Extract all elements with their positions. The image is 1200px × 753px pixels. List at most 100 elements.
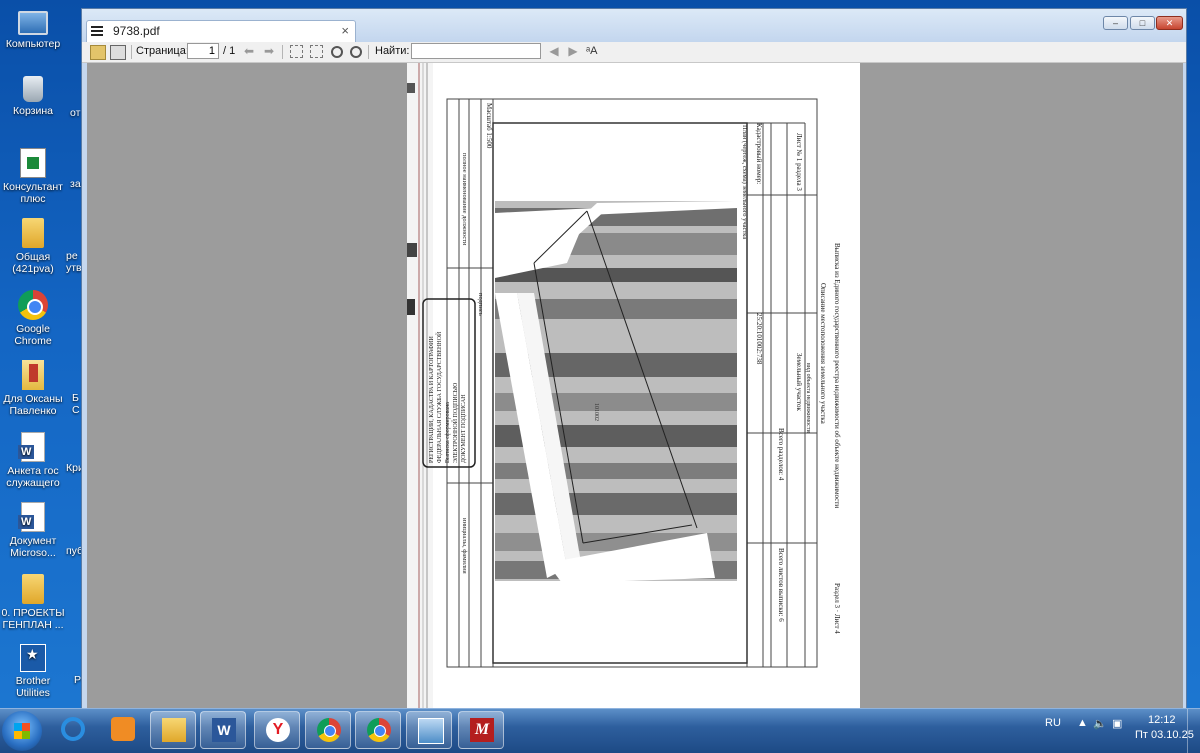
stamp-text: ДОКУМЕНТ ПОДПИСАН bbox=[461, 394, 467, 463]
taskbar-explorer[interactable] bbox=[150, 711, 196, 749]
consultant-plus-desktop-icon[interactable]: Консультант плюс bbox=[0, 148, 66, 205]
close-button[interactable]: ✕ bbox=[1156, 16, 1183, 30]
initials-caption: инициалы, фамилия bbox=[461, 518, 468, 574]
yandex-icon: Y bbox=[266, 718, 290, 742]
title-bar: 9738.pdf × – □ ✕ bbox=[82, 9, 1186, 42]
chrome-desktop-icon[interactable]: Google Chrome bbox=[0, 290, 66, 347]
stamp-text: ФЕДЕРАЛЬНАЯ СЛУЖБА ГОСУДАРСТВЕННОЙ bbox=[435, 331, 443, 463]
computer-desktop-icon[interactable]: Компьютер bbox=[0, 6, 66, 50]
clock-time[interactable]: 12:12 bbox=[1148, 714, 1176, 726]
taskbar-media-player[interactable] bbox=[100, 711, 146, 749]
tab-title: 9738.pdf bbox=[113, 24, 160, 38]
desktop-label-fragment: от bbox=[70, 107, 81, 119]
media-player-icon bbox=[111, 717, 135, 741]
previous-page-icon[interactable]: ⬅ bbox=[242, 45, 256, 58]
taskbar-chrome[interactable] bbox=[305, 711, 351, 749]
fit-page-icon[interactable] bbox=[310, 45, 323, 58]
object-type: Земельный участок bbox=[795, 353, 803, 411]
volume-icon[interactable]: 🔈 bbox=[1093, 717, 1107, 730]
chrome-icon bbox=[18, 290, 48, 320]
recycle-bin-desktop-icon[interactable]: Корзина bbox=[0, 76, 66, 117]
system-tray: RU ▲ 🔈 ▣ 12:12 Пт 03.10.25 bbox=[1020, 709, 1200, 753]
computer-icon bbox=[18, 11, 48, 35]
document-viewport[interactable]: ДОКУМЕНТ ПОДПИСАН ЭЛЕКТРОННОЙ ПОДПИСЬЮ В… bbox=[87, 63, 1183, 709]
parcel-label: 101002 bbox=[593, 403, 599, 421]
toolbar-separator bbox=[368, 45, 369, 59]
toolbar: Страница: / 1 ⬅ ➡ Найти: ◀ ▶ ᵃA bbox=[82, 42, 1186, 63]
document-title: Выписка из Единого государственного реес… bbox=[833, 243, 841, 508]
zoom-out-icon[interactable] bbox=[331, 46, 343, 58]
chrome-icon bbox=[367, 718, 391, 742]
taskbar-image-viewer[interactable] bbox=[406, 711, 452, 749]
desktop-label-fragment: ре утв bbox=[66, 250, 82, 274]
show-hidden-icons-icon[interactable]: ▲ bbox=[1077, 717, 1088, 729]
tab-close-icon[interactable]: × bbox=[341, 23, 349, 38]
stamp-text: ЭЛЕКТРОННОЙ ПОДПИСЬЮ bbox=[451, 383, 459, 463]
consultant-plus-icon bbox=[20, 148, 46, 178]
open-file-icon[interactable] bbox=[90, 45, 106, 60]
find-next-icon[interactable]: ▶ bbox=[566, 45, 580, 58]
page-label: Страница: bbox=[136, 45, 189, 57]
toolbar-separator bbox=[131, 45, 132, 59]
word-icon: W bbox=[212, 718, 236, 742]
sheet-number: Лист № 1 раздела 3 bbox=[795, 133, 803, 191]
stamp-text: РЕГИСТРАЦИИ, КАДАСТРА И КАРТОГРАФИИ bbox=[429, 336, 435, 463]
pdf-page: ДОКУМЕНТ ПОДПИСАН ЭЛЕКТРОННОЙ ПОДПИСЬЮ В… bbox=[407, 63, 860, 709]
folder-icon bbox=[162, 718, 186, 742]
taskbar-chrome-2[interactable] bbox=[355, 711, 401, 749]
taskbar: W Y M RU ▲ 🔈 ▣ 12:12 Пт 03.10.25 bbox=[0, 708, 1200, 753]
pdf-master-icon: M bbox=[470, 718, 494, 742]
find-label: Найти: bbox=[375, 45, 410, 57]
minimize-button[interactable]: – bbox=[1103, 16, 1128, 30]
shared-folder-desktop-icon[interactable]: Общая (421pva) bbox=[0, 218, 66, 275]
object-type-caption: вид объекта недвижимости bbox=[805, 363, 812, 433]
find-input[interactable] bbox=[411, 43, 541, 59]
network-icon[interactable]: ▣ bbox=[1112, 717, 1122, 730]
internet-explorer-icon bbox=[61, 717, 85, 741]
scale-label: Масштаб 1:500 bbox=[485, 103, 493, 149]
folder-icon bbox=[22, 218, 44, 248]
stamp-text: Выписка сформирована bbox=[444, 402, 451, 463]
find-previous-icon[interactable]: ◀ bbox=[547, 45, 561, 58]
total-sheets: Всего листов выписки: 6 bbox=[777, 548, 785, 622]
next-page-icon[interactable]: ➡ bbox=[262, 45, 276, 58]
questionnaire-desktop-icon[interactable]: Анкета гос служащего bbox=[0, 432, 66, 489]
image-viewer-icon bbox=[418, 718, 444, 744]
oksana-folder-desktop-icon[interactable]: Для Оксаны Павленко bbox=[0, 360, 66, 417]
cadastral-number: 25:20:101002:738 bbox=[755, 313, 763, 365]
taskbar-internet-explorer[interactable] bbox=[50, 711, 96, 749]
position-caption: полное наименование должности bbox=[461, 153, 468, 246]
fit-width-icon[interactable] bbox=[290, 45, 303, 58]
brother-utilities-icon bbox=[20, 644, 46, 672]
projects-folder-desktop-icon[interactable]: 0. ПРОЕКТЫ ГЕНПЛАН ... bbox=[0, 574, 66, 631]
scanned-page-image: ДОКУМЕНТ ПОДПИСАН ЭЛЕКТРОННОЙ ПОДПИСЬЮ В… bbox=[407, 63, 841, 709]
document-section: Описание местоположения земельного участ… bbox=[819, 283, 827, 425]
taskbar-yandex[interactable]: Y bbox=[254, 711, 300, 749]
taskbar-pdf-master[interactable]: M bbox=[458, 711, 504, 749]
page-footer: Раздел 3 · Лист 4 bbox=[833, 583, 841, 634]
menu-icon[interactable] bbox=[91, 26, 103, 36]
cadastral-number-label: Кадастровый номер: bbox=[755, 123, 763, 184]
brother-utilities-desktop-icon[interactable]: Brother Utilities bbox=[0, 644, 66, 699]
print-icon[interactable] bbox=[110, 45, 126, 60]
document-desktop-icon[interactable]: Документ Microso... bbox=[0, 502, 66, 559]
zoom-in-icon[interactable] bbox=[350, 46, 362, 58]
taskbar-word[interactable]: W bbox=[200, 711, 246, 749]
word-document-icon bbox=[18, 502, 45, 532]
toolbar-separator bbox=[282, 45, 283, 59]
language-indicator[interactable]: RU bbox=[1045, 717, 1061, 729]
desktop-label-fragment: за bbox=[70, 178, 81, 190]
folder-icon bbox=[22, 574, 44, 604]
find-options-icon[interactable]: ᵃA bbox=[586, 45, 600, 58]
tab-document[interactable]: 9738.pdf × bbox=[86, 20, 356, 42]
word-document-icon bbox=[18, 432, 45, 462]
maximize-button[interactable]: □ bbox=[1130, 16, 1155, 30]
show-desktop-button[interactable] bbox=[1187, 709, 1200, 753]
total-sections: Всего разделов: 4 bbox=[777, 428, 785, 481]
clock-date[interactable]: Пт 03.10.25 bbox=[1135, 729, 1194, 741]
recycle-bin-icon bbox=[23, 76, 43, 102]
page-total: / 1 bbox=[223, 45, 236, 57]
start-button[interactable] bbox=[2, 711, 42, 751]
page-number-input[interactable] bbox=[187, 43, 219, 59]
chrome-icon bbox=[317, 718, 341, 742]
